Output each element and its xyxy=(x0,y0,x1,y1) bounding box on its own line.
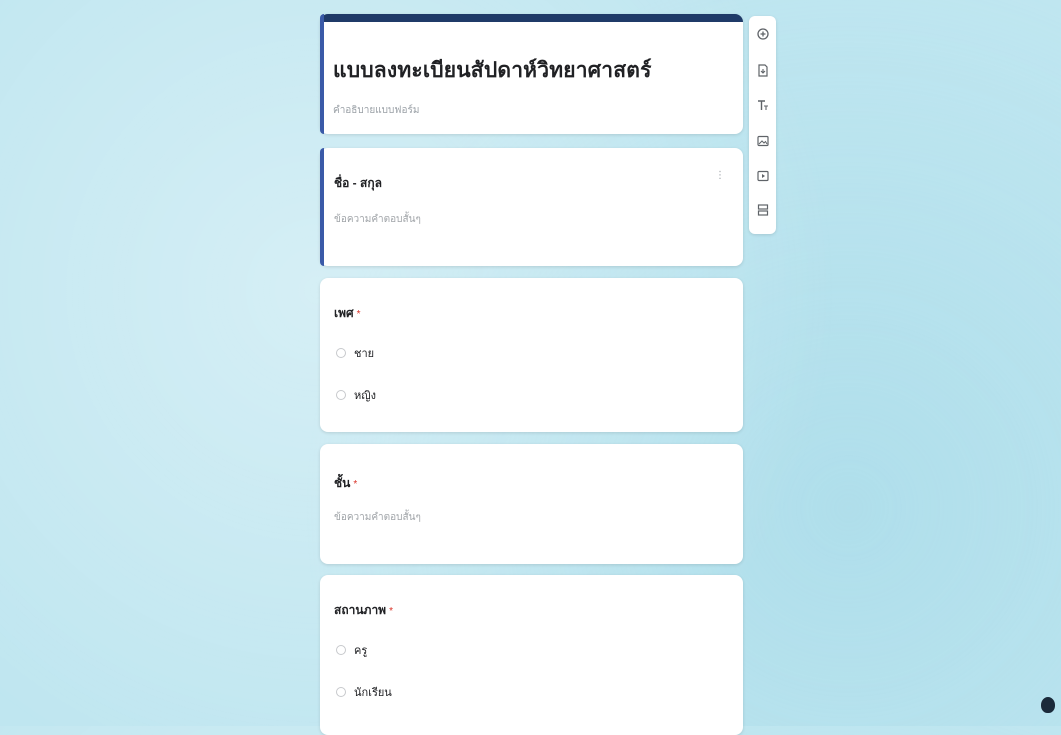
option-label: ครู xyxy=(354,645,368,657)
form-title[interactable]: แบบลงทะเบียนสัปดาห์วิทยาศาสตร์ xyxy=(333,54,652,87)
question-title: ชื่อ - สกุล xyxy=(334,176,382,190)
radio-option[interactable]: หญิง xyxy=(336,386,376,404)
question-title: สถานภาพ xyxy=(334,603,387,617)
radio-option[interactable]: นักเรียน xyxy=(336,683,392,701)
radio-option[interactable]: ชาย xyxy=(336,344,374,362)
required-asterisk: * xyxy=(356,309,361,320)
question-card-name[interactable]: ชื่อ - สกุล ⋮ ข้อความคำตอบสั้นๆ xyxy=(320,148,743,266)
radio-button[interactable] xyxy=(336,390,346,400)
form-title-card[interactable]: แบบลงทะเบียนสัปดาห์วิทยาศาสตร์ คำอธิบายแ… xyxy=(320,14,743,134)
help-button-icon[interactable] xyxy=(1041,697,1055,713)
add-video-icon[interactable] xyxy=(749,164,776,188)
question-label: สถานภาพ * xyxy=(334,601,393,620)
add-section-icon[interactable] xyxy=(749,198,776,222)
more-options-icon[interactable]: ⋮ xyxy=(715,170,725,181)
option-label: หญิง xyxy=(354,390,376,402)
required-asterisk: * xyxy=(389,606,393,617)
radio-button[interactable] xyxy=(336,645,346,655)
required-asterisk: * xyxy=(353,479,358,490)
radio-option[interactable]: ครู xyxy=(336,641,367,659)
short-answer-placeholder: ข้อความคำตอบสั้นๆ xyxy=(334,214,421,225)
question-label[interactable]: ชื่อ - สกุล xyxy=(334,174,382,193)
add-question-icon[interactable] xyxy=(749,22,776,46)
question-card-status[interactable]: สถานภาพ * ครู นักเรียน xyxy=(320,575,743,735)
import-questions-icon[interactable] xyxy=(749,58,776,82)
form-description[interactable]: คำอธิบายแบบฟอร์ม xyxy=(333,103,419,118)
question-title: เพศ xyxy=(334,306,354,320)
radio-button[interactable] xyxy=(336,687,346,697)
add-title-icon[interactable] xyxy=(749,93,776,117)
question-card-gender[interactable]: เพศ * ชาย หญิง xyxy=(320,278,743,432)
question-label: เพศ * xyxy=(334,304,361,323)
floating-toolbar xyxy=(749,16,776,234)
radio-button[interactable] xyxy=(336,348,346,358)
add-image-icon[interactable] xyxy=(749,129,776,153)
option-label: ชาย xyxy=(354,348,375,360)
option-label: นักเรียน xyxy=(354,687,392,699)
short-answer-placeholder: ข้อความคำตอบสั้นๆ xyxy=(334,512,421,523)
question-title: ชั้น xyxy=(334,476,351,490)
question-label: ชั้น * xyxy=(334,474,357,493)
question-card-class[interactable]: ชั้น * ข้อความคำตอบสั้นๆ xyxy=(320,444,743,564)
